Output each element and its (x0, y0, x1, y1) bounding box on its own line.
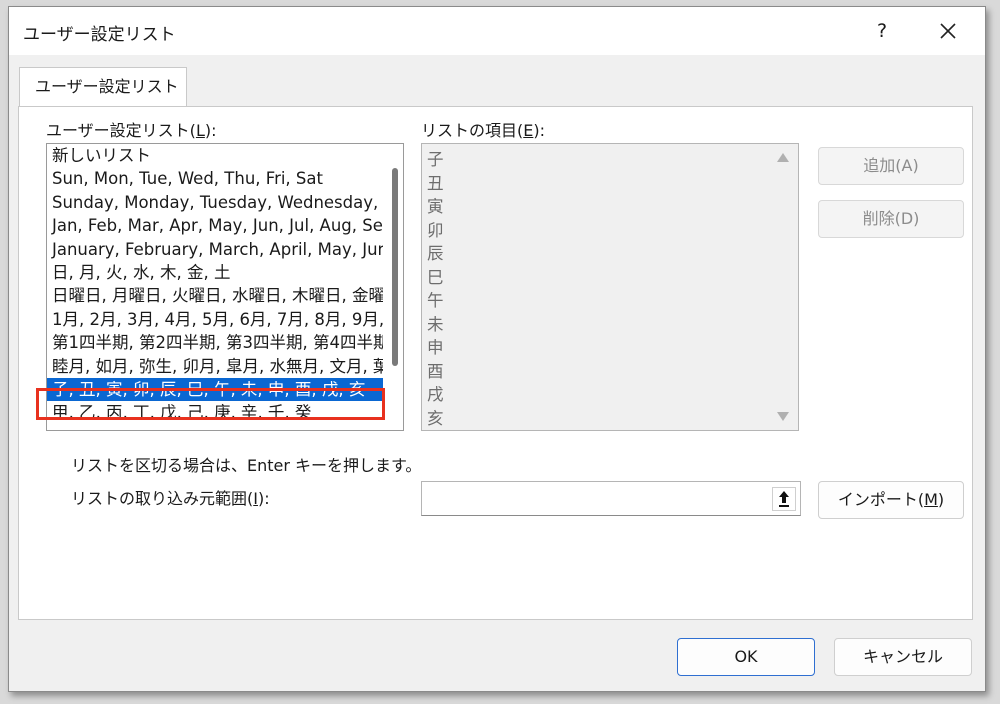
scroll-down-arrow-icon[interactable] (777, 412, 789, 421)
list-item[interactable]: Sunday, Monday, Tuesday, Wednesday, Thur… (47, 191, 383, 214)
list-item[interactable]: January, February, March, April, May, Ju… (47, 238, 383, 261)
list-item[interactable]: 第1四半期, 第2四半期, 第3四半期, 第4四半期 (47, 331, 383, 354)
import-range-input[interactable] (421, 481, 801, 516)
list-entries-items: 子丑寅卯辰巳午未申酉戌亥 (422, 148, 444, 430)
import-range-label: リストの取り込み元範囲(I): (71, 485, 270, 509)
list-item[interactable]: 日曜日, 月曜日, 火曜日, 水曜日, 木曜日, 金曜日, 土曜日 (47, 284, 383, 307)
list-entry-line: 午 (427, 291, 444, 310)
help-button[interactable]: ? (867, 16, 897, 46)
list-entry-line: 酉 (427, 361, 444, 381)
list-entry-line: 亥 (427, 408, 444, 428)
list-entries-label-end: ): (533, 121, 545, 140)
import-button-key: M (924, 490, 938, 509)
custom-lists-label-key: L (195, 121, 205, 140)
scroll-up-arrow-icon[interactable] (777, 153, 789, 162)
tab-strip: ユーザー設定リスト (9, 55, 985, 108)
tab-panel: ユーザー設定リスト(L): 新しいリスト Sun, Mon, Tue, Wed, … (18, 106, 973, 620)
list-item[interactable]: 1月, 2月, 3月, 4月, 5月, 6月, 7月, 8月, 9月, 10月,… (47, 308, 383, 331)
list-entries-label-key: E (523, 121, 534, 140)
selection-highlight-annotation (36, 388, 385, 420)
import-button-text: インポート( (837, 490, 925, 509)
list-entry-line: 申 (427, 338, 444, 357)
custom-lists-items: 新しいリスト Sun, Mon, Tue, Wed, Thu, Fri, Sat S… (47, 144, 383, 425)
title-bar: ユーザー設定リスト ? (9, 7, 985, 55)
import-range-label-text: リストの取り込み元範囲( (71, 489, 254, 508)
list-entry-line: 卯 (427, 220, 444, 240)
tab-custom-lists[interactable]: ユーザー設定リスト (19, 67, 187, 108)
collapse-dialog-icon (772, 487, 796, 511)
list-entry-line: 丑 (427, 173, 444, 193)
list-entry-line: 未 (427, 314, 444, 334)
import-button[interactable]: インポート(M) (818, 481, 964, 519)
cancel-button[interactable]: キャンセル (834, 638, 972, 676)
list-item[interactable]: 新しいリスト (47, 144, 383, 167)
list-entries-label-text: リストの項目( (421, 121, 524, 140)
list-entry-line: 巳 (427, 267, 444, 287)
list-entries-label: リストの項目(E): (421, 117, 545, 141)
enter-hint-text: リストを区切る場合は、Enter キーを押します。 (71, 456, 422, 475)
dialog-title: ユーザー設定リスト (23, 25, 176, 45)
import-button-end: ) (937, 490, 945, 509)
custom-lists-dialog: ユーザー設定リスト ? ユーザー設定リスト ユーザー設定リスト(L): 新しいリ… (8, 6, 986, 692)
add-button[interactable]: 追加(A) (818, 147, 964, 185)
custom-lists-label: ユーザー設定リスト(L): (46, 117, 217, 141)
custom-lists-label-end: ): (204, 121, 217, 140)
list-item[interactable]: 日, 月, 火, 水, 木, 金, 土 (47, 261, 383, 284)
list-item[interactable]: Sun, Mon, Tue, Wed, Thu, Fri, Sat (47, 167, 383, 190)
ok-button[interactable]: OK (677, 638, 815, 676)
list-item[interactable]: 睦月, 如月, 弥生, 卯月, 皐月, 水無月, 文月, 葉月, 長月, 神無月… (47, 355, 383, 378)
close-icon (940, 23, 956, 39)
custom-lists-scrollbar[interactable] (385, 144, 403, 430)
scrollbar-thumb[interactable] (392, 168, 398, 366)
list-entry-line: 寅 (427, 197, 444, 216)
close-button[interactable] (933, 16, 963, 46)
list-entry-line: 辰 (427, 244, 444, 263)
list-entry-line: 戌 (427, 385, 444, 404)
custom-lists-label-text: ユーザー設定リスト( (46, 121, 196, 140)
list-item[interactable]: Jan, Feb, Mar, Apr, May, Jun, Jul, Aug, … (47, 214, 383, 237)
list-entry-line: 子 (427, 150, 444, 169)
list-entries-textbox[interactable]: 子丑寅卯辰巳午未申酉戌亥 (421, 143, 799, 431)
collapse-dialog-button[interactable] (772, 487, 796, 511)
delete-button[interactable]: 削除(D) (818, 200, 964, 238)
import-range-label-end: ): (257, 489, 270, 508)
